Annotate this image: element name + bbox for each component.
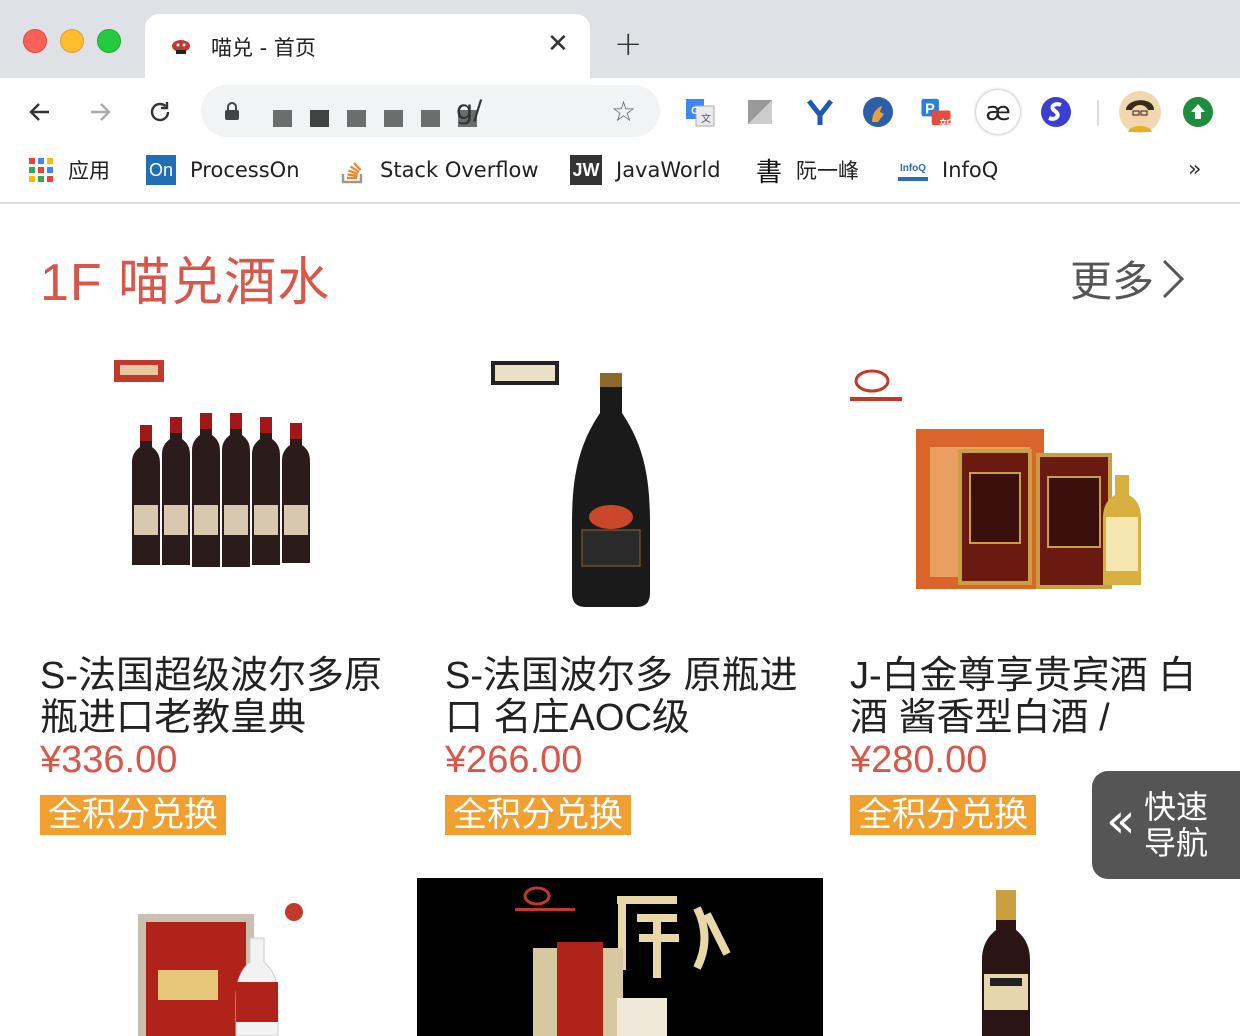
ae-icon: æ [985,97,1011,127]
bookmark-stackoverflow[interactable]: Stack Overflow [340,155,539,185]
back-arrow-icon [29,103,49,121]
reload-icon [150,102,170,122]
bookmark-processon[interactable]: On ProcessOn [146,155,300,185]
product-image-red-wine-six-bottles[interactable] [40,355,410,615]
minimize-window-button[interactable] [60,29,84,53]
product-image-yuanjiang-banner[interactable] [417,878,823,1036]
yslow-extension[interactable] [804,96,836,128]
points-exchange-badge: 全积分兑换 [445,795,631,835]
javaworld-icon: JW [570,155,602,185]
update-extension[interactable] [1182,96,1214,128]
ae-extension[interactable]: æ [976,90,1020,134]
horse-circle-icon [863,97,893,127]
bookmark-ruanyifeng[interactable]: 書 阮一峰 [756,155,860,188]
bookmark-star-icon[interactable]: ☆ [611,95,636,128]
square-extension-icon [748,100,772,124]
profile-avatar[interactable] [1118,90,1162,134]
tab-strip: 喵兑 - 首页 ✕ + [0,0,1240,78]
tab-title: 喵兑 - 首页 [211,36,316,60]
url-text: g/ [456,95,483,126]
product-card[interactable]: S-法国波尔多 原瓶进口 名庄AOC级 ¥266.00 全积分兑换 [445,355,815,845]
translate-icon: G 文 [686,99,715,127]
chevron-right-icon [1162,259,1185,298]
quick-nav-label: 快速导航 [1144,788,1209,862]
shu-calligraphy-icon: 書 [756,157,783,188]
forward-button[interactable] [80,92,120,132]
quick-nav-button[interactable]: « 快速导航 [1092,771,1240,879]
extension-badge-new: 新 [939,117,955,135]
site-favicon-icon [172,40,190,54]
bookmarks-overflow-button[interactable]: » [1188,157,1201,182]
bookmark-label: JavaWorld [616,158,721,182]
close-tab-icon[interactable]: ✕ [547,30,569,58]
points-exchange-badge: 全积分兑换 [850,795,1036,835]
lock-icon[interactable] [223,101,241,121]
product-image-red-wine-bottle[interactable] [850,878,1220,1036]
product-name[interactable]: S-法国波尔多 原瓶进口 名庄AOC级 [445,655,815,739]
product-image-baijiu-gift-box[interactable] [850,355,1220,615]
back-button[interactable] [20,92,60,132]
product-price: ¥280.00 [850,739,988,781]
forward-arrow-icon [91,103,111,121]
points-exchange-badge: 全积分兑换 [40,795,226,835]
floor-title: 1F 喵兑酒水 [40,254,331,312]
y-extension-icon [807,99,833,125]
more-label: 更多 [1070,257,1155,306]
address-bar[interactable]: g/ ☆ [201,85,660,137]
bookmark-label: 阮一峰 [796,159,860,183]
close-window-button[interactable] [23,29,47,53]
more-link[interactable]: 更多 [1070,248,1186,309]
bookmark-infoq[interactable]: InfoQ InfoQ [898,155,998,185]
processon-icon: On [146,155,176,185]
product-name[interactable]: S-法国超级波尔多原瓶进口老教皇典 [40,655,410,739]
avatar-extension[interactable] [862,96,894,128]
bookmark-apps[interactable]: 应用 [28,155,110,185]
svg-text:文: 文 [701,112,711,125]
browser-toolbar: g/ ☆ G 文 P 新 æ [0,78,1240,146]
new-tab-button[interactable]: + [614,27,643,61]
toolbar-separator [1097,100,1099,126]
gray-square-extension[interactable] [744,96,776,128]
apps-grid-icon [29,158,53,182]
redacted-url [273,110,477,127]
product-card[interactable]: S-法国超级波尔多原瓶进口老教皇典 ¥336.00 全积分兑换 [40,355,410,845]
zoom-window-button[interactable] [97,29,121,53]
svg-text:G: G [691,105,700,117]
s-circle-icon [1041,97,1071,127]
double-chevron-left-icon: « [1106,793,1136,849]
product-image-wuliangye-box[interactable] [40,878,410,1036]
product-price: ¥336.00 [40,739,178,781]
product-name[interactable]: J-白金尊享贵宾酒 白酒 酱香型白酒 / [850,655,1220,739]
s-extension[interactable] [1040,96,1072,128]
bookmarks-bar: 应用 On ProcessOn Stack Overflow JW JavaWo… [0,146,1240,204]
upload-arrow-icon [1183,97,1213,127]
active-tab[interactable]: 喵兑 - 首页 ✕ [145,14,590,78]
google-translate-extension[interactable]: G 文 [684,96,716,128]
bookmark-label: ProcessOn [190,158,300,182]
reload-button[interactable] [140,92,180,132]
product-image-black-bottle[interactable] [445,355,815,615]
bookmark-label: Stack Overflow [380,158,539,182]
infoq-icon: InfoQ [898,159,928,181]
p-extension[interactable]: P 新 [920,96,954,135]
bookmark-label: 应用 [68,159,110,183]
product-price: ¥266.00 [445,739,583,781]
profile-avatar-icon [1119,91,1161,133]
stackoverflow-icon [341,162,363,184]
bookmark-javaworld[interactable]: JW JavaWorld [570,155,721,185]
bookmark-label: InfoQ [942,158,999,182]
